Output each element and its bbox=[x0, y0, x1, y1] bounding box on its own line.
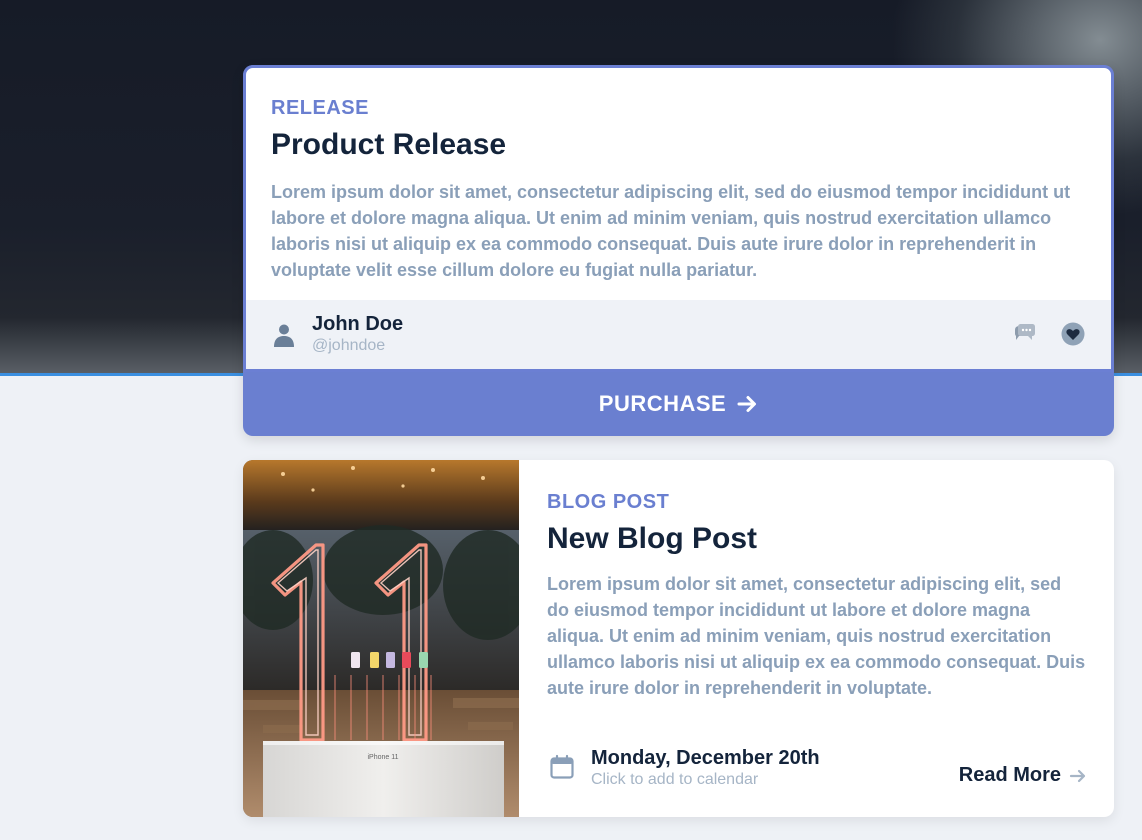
purchase-button-label: PURCHASE bbox=[598, 391, 727, 416]
author-handle[interactable]: @johndoe bbox=[312, 336, 385, 356]
neon-eleven-photo: iPhone 11 bbox=[243, 460, 519, 817]
blog-card-footer: Monday, December 20th Click to add to ca… bbox=[547, 744, 1087, 794]
release-card: RELEASE Product Release Lorem ipsum dolo… bbox=[243, 65, 1114, 436]
pedestal-caption: iPhone 11 bbox=[367, 754, 398, 761]
release-card-content: RELEASE Product Release Lorem ipsum dolo… bbox=[243, 65, 1114, 372]
blog-title: New Blog Post bbox=[547, 522, 758, 555]
release-card-footer: John Doe @johndoe bbox=[246, 300, 1111, 369]
release-eyebrow: RELEASE bbox=[271, 97, 369, 119]
release-title: Product Release bbox=[271, 128, 507, 161]
comment-icon[interactable] bbox=[1013, 322, 1037, 346]
blog-card-body: BLOG POST New Blog Post Lorem ipsum dolo… bbox=[547, 490, 1087, 701]
arrow-right-icon bbox=[736, 393, 758, 415]
calendar-icon[interactable] bbox=[549, 754, 575, 780]
read-more-label: Read More bbox=[958, 764, 1061, 786]
add-to-calendar-link[interactable]: Click to add to calendar bbox=[591, 770, 758, 790]
read-more-link[interactable]: Read More bbox=[959, 764, 1087, 787]
blog-card: iPhone 11 BLOG POST New Blog Post Lorem … bbox=[243, 460, 1114, 817]
release-card-body: RELEASE Product Release Lorem ipsum dolo… bbox=[271, 96, 1081, 283]
purchase-button[interactable]: PURCHASE bbox=[243, 372, 1114, 436]
event-date[interactable]: Monday, December 20th bbox=[591, 746, 820, 770]
user-icon bbox=[271, 322, 297, 348]
blog-eyebrow: BLOG POST bbox=[547, 491, 670, 513]
arrow-right-icon bbox=[1069, 767, 1087, 785]
author-name[interactable]: John Doe bbox=[312, 312, 403, 336]
heart-icon[interactable] bbox=[1061, 322, 1085, 346]
release-description: Lorem ipsum dolor sit amet, consectetur … bbox=[271, 182, 1071, 280]
blog-description: Lorem ipsum dolor sit amet, consectetur … bbox=[547, 574, 1086, 698]
